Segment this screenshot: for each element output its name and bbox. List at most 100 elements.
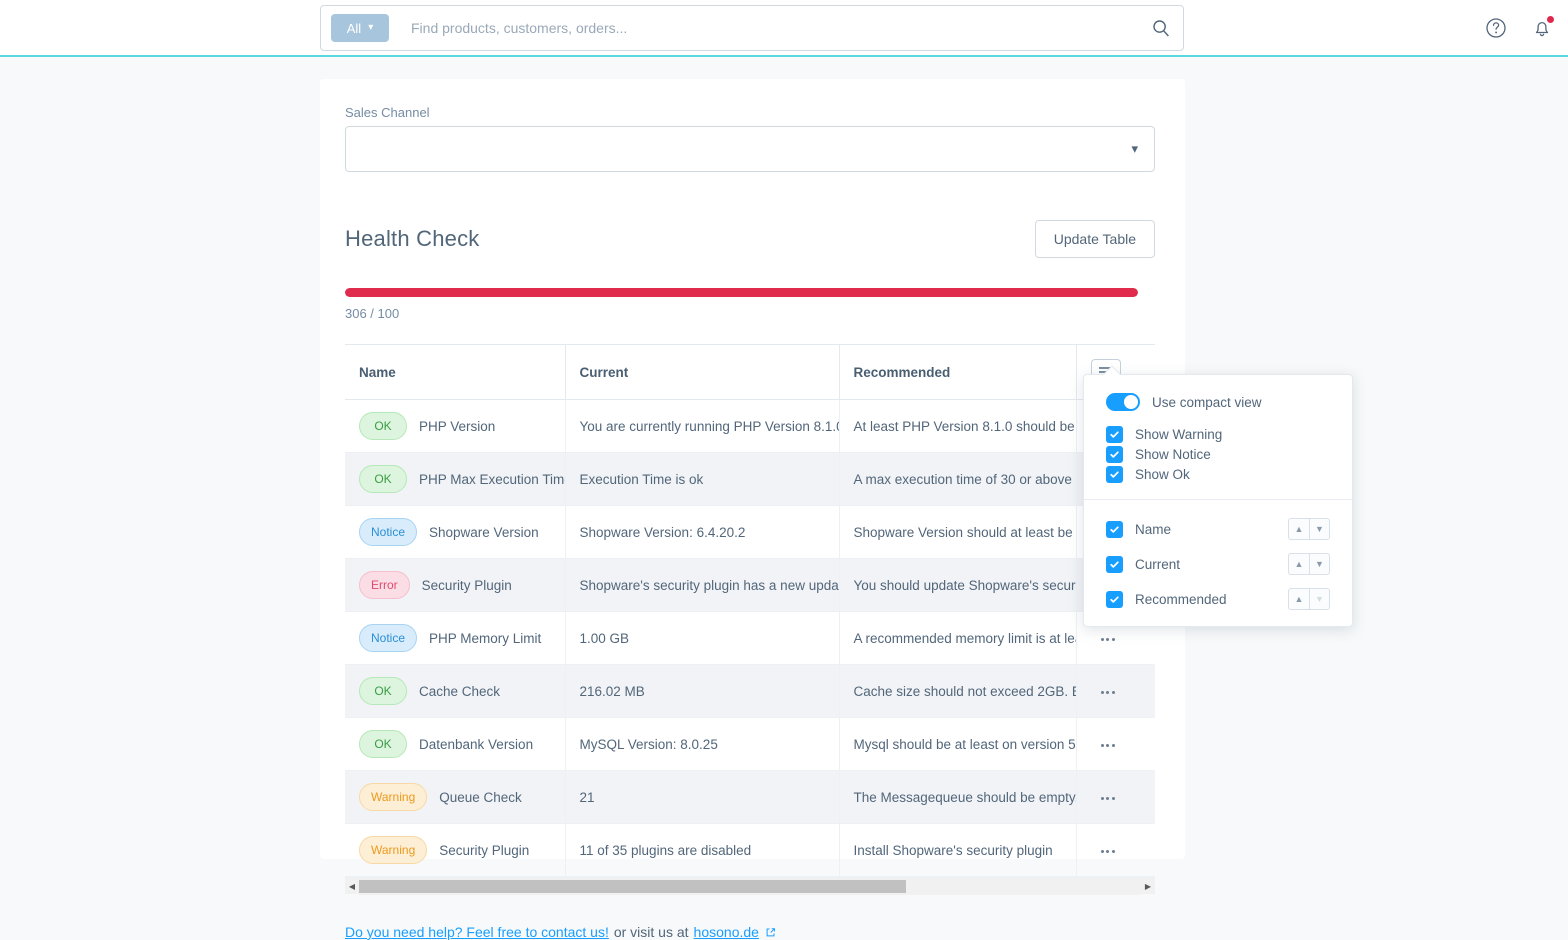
help-circle-icon[interactable] [1482,14,1510,42]
column-header-name[interactable]: Name [345,344,566,400]
table-row[interactable]: OK Cache Check 216.02 MB Cache size should … [345,664,1155,718]
column-toggle-row[interactable]: Current ▲ ▼ [1106,553,1330,575]
table-row[interactable]: Warning Queue Check 21 The Messagequeue sho… [345,770,1155,824]
cell-current: You are currently running PHP Version 8.… [565,399,840,453]
health-score: 306 / 100 [345,288,1138,321]
more-options-icon[interactable] [1091,738,1125,753]
bell-icon[interactable] [1528,14,1556,42]
cell-actions [1076,823,1155,877]
global-search-bar: All ▾ [320,5,1184,51]
search-icon[interactable] [1139,6,1183,50]
scrollbar-track[interactable] [359,877,1141,895]
card-footer: Do you need help? Feel free to contact u… [345,924,1160,940]
chevron-down-icon: ▾ [368,22,374,33]
footer-middle-text: or visit us at [613,924,689,940]
column-toggle-row[interactable]: Recommended ▲ ▼ [1106,588,1330,610]
search-input[interactable] [411,20,1139,36]
table-row[interactable]: Warning Security Plugin 11 of 35 plugins a… [345,823,1155,877]
table-header-row: Name Current Recommended [345,344,1155,400]
notification-badge [1546,14,1555,24]
checkbox[interactable] [1106,520,1123,538]
more-options-icon[interactable] [1091,791,1125,806]
check-name: Cache Check [419,683,501,699]
panel-view-section: Use compact view Show Warning Show Notice… [1084,375,1352,499]
filter-label: Show Notice [1135,447,1211,462]
table-row[interactable]: Error Security Plugin Shopware's security … [345,558,1155,612]
cell-current: 1.00 GB [565,611,840,665]
search-scope-label: All [346,20,362,36]
check-name: Shopware Version [429,524,539,540]
filter-label: Show Warning [1135,427,1223,442]
chevron-down-icon[interactable]: ▼ [1309,588,1330,610]
cell-current: 11 of 35 plugins are disabled [565,823,840,877]
sales-channel-select[interactable]: ▾ [345,126,1155,172]
sales-channel-field: Sales Channel ▾ [345,105,1160,172]
cell-current: Shopware's security plugin has a new upd… [565,558,840,612]
compact-view-toggle[interactable] [1106,393,1140,411]
filter-row[interactable]: Show Ok [1106,466,1330,483]
checkbox[interactable] [1106,446,1123,463]
filter-row[interactable]: Show Warning [1106,426,1330,443]
status-badge: OK [359,465,407,493]
top-bar-actions [1482,0,1556,55]
cell-current: 216.02 MB [565,664,840,718]
chevron-up-icon[interactable]: ▲ [1288,518,1309,540]
check-name: Datenbank Version [419,736,534,752]
column-toggle-row[interactable]: Name ▲ ▼ [1106,518,1330,540]
chevron-up-icon[interactable]: ▲ [1288,553,1309,575]
column-header-recommended[interactable]: Recommended [839,344,1077,400]
checkbox[interactable] [1106,466,1123,483]
checkbox[interactable] [1106,555,1123,573]
cell-name: Notice PHP Memory Limit [345,611,566,665]
checkbox[interactable] [1106,426,1123,443]
filter-row[interactable]: Show Notice [1106,446,1330,463]
column-header-current[interactable]: Current [565,344,840,400]
column-order-controls: ▲ ▼ [1288,553,1330,575]
table-row[interactable]: OK Datenbank Version MySQL Version: 8.0.25… [345,717,1155,771]
column-order-controls: ▲ ▼ [1288,518,1330,540]
page-title: Health Check [345,226,480,251]
compact-view-label: Use compact view [1152,394,1262,410]
cell-actions [1076,717,1155,771]
scrollbar-thumb[interactable] [359,879,907,893]
status-badge: Warning [359,783,428,811]
cell-recommended: The Messagequeue should be empty. If it … [839,770,1077,824]
more-options-icon[interactable] [1091,632,1125,647]
health-check-table-region: Name Current Recommended OK PHP Version Yo… [345,344,1155,895]
status-badge: Notice [359,624,418,652]
cell-recommended: At least PHP Version 8.1.0 should be use… [839,399,1077,453]
column-label: Recommended [1135,591,1227,607]
cell-recommended: A recommended memory limit is at least 2 [839,611,1077,665]
check-name: PHP Version [419,418,496,434]
cell-current: Execution Time is ok [565,452,840,506]
cell-recommended: Cache size should not exceed 2GB. Empty [839,664,1077,718]
more-options-icon[interactable] [1091,844,1125,859]
website-link[interactable]: hosono.de [694,924,759,940]
compact-view-row[interactable]: Use compact view [1106,393,1330,411]
table-row[interactable]: Notice PHP Memory Limit 1.00 GB A recommend… [345,611,1155,665]
cell-name: OK Datenbank Version [345,717,566,771]
column-label: Name [1135,521,1172,537]
table-horizontal-scrollbar[interactable]: ◀ ▶ [345,877,1155,895]
health-check-table: Name Current Recommended OK PHP Version Yo… [345,344,1155,877]
table-row[interactable]: OK PHP Max Execution Time Execution Time i… [345,452,1155,506]
search-scope-selector[interactable]: All ▾ [331,14,389,42]
checkbox[interactable] [1106,590,1123,608]
table-row[interactable]: Notice Shopware Version Shopware Version: … [345,505,1155,559]
chevron-down-icon[interactable]: ▼ [1309,518,1330,540]
cell-recommended: A max execution time of 30 or above is r… [839,452,1077,506]
more-options-icon[interactable] [1091,685,1125,700]
check-name: PHP Memory Limit [429,630,542,646]
contact-us-link[interactable]: Do you need help? Feel free to contact u… [345,924,609,940]
chevron-down-icon[interactable]: ▼ [1309,553,1330,575]
scroll-right-arrow-icon[interactable]: ▶ [1141,882,1155,891]
scroll-left-arrow-icon[interactable]: ◀ [345,882,359,891]
check-name: Security Plugin [421,577,512,593]
update-table-button[interactable]: Update Table [1034,220,1155,258]
table-row[interactable]: OK PHP Version You are currently running P… [345,399,1155,453]
chevron-up-icon[interactable]: ▲ [1288,588,1309,610]
panel-columns-section: Name ▲ ▼ Current ▲ ▼ Recommended ▲ ▼ [1084,499,1352,626]
cell-recommended: Mysql should be at least on version 5.7.… [839,717,1077,771]
status-badge: OK [359,730,407,758]
check-name: Security Plugin [439,842,530,858]
